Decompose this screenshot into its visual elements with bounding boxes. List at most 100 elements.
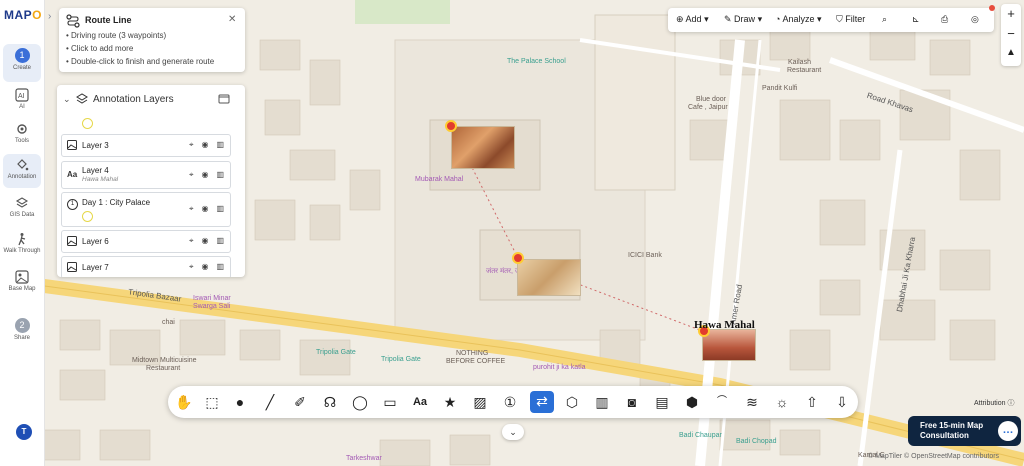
- route-panel-title: Route Line: [85, 15, 132, 25]
- consultation-button[interactable]: Free 15-min Map Consultation …: [908, 416, 1021, 446]
- rail-item-base-map[interactable]: Base Map: [3, 270, 41, 292]
- measure-icon[interactable]: ⊾: [912, 14, 920, 25]
- rail-item-share[interactable]: 2 Share: [3, 318, 41, 341]
- photo-icon[interactable]: ▤: [652, 392, 672, 412]
- eye-icon[interactable]: ◉: [201, 140, 208, 149]
- route-icon[interactable]: ⇄: [530, 391, 554, 413]
- polygon-icon[interactable]: ⬡: [562, 392, 582, 412]
- freehand-icon[interactable]: ✐: [290, 392, 310, 412]
- folder-icon[interactable]: [218, 93, 230, 104]
- layer-tools: ⌖ ◉ ▥: [181, 140, 224, 150]
- attribution-toggle[interactable]: Attribution ⓘ: [974, 398, 1014, 408]
- add-menu-button[interactable]: ⊕ Add ▾: [676, 14, 709, 25]
- paint-bucket-icon: [17, 159, 29, 171]
- rail-item-gis-data[interactable]: GIS Data: [3, 196, 41, 218]
- rail-item-annotation[interactable]: Annotation: [3, 154, 41, 188]
- chevron-down-icon[interactable]: ⌄: [63, 94, 71, 105]
- rail-item-ai[interactable]: AI AI: [3, 88, 41, 110]
- target-icon[interactable]: ⌖: [189, 170, 194, 179]
- chevron-right-icon[interactable]: ›: [48, 11, 51, 22]
- locate-icon[interactable]: ◎: [971, 14, 979, 25]
- layers-header: ⌄ Annotation Layers: [57, 85, 245, 113]
- rail-item-walk-through[interactable]: Walk Through: [3, 232, 41, 254]
- rectangle-icon[interactable]: ▭: [380, 392, 400, 412]
- layer-row-3[interactable]: Layer 3 ⌖ ◉ ▥: [61, 134, 231, 157]
- layer-row-7[interactable]: Layer 7 ⌖ ◉ ▥: [61, 256, 231, 277]
- trash-icon[interactable]: ▥: [216, 204, 224, 213]
- photo-jantar-mantar[interactable]: [517, 259, 581, 296]
- select-icon[interactable]: ⬚: [202, 392, 222, 412]
- map-label-iswari-1: Iswari Minar: [193, 295, 231, 302]
- marker-ring-icon: [82, 211, 93, 222]
- rail-label-tools: Tools: [14, 138, 29, 144]
- upload-icon[interactable]: ⇧: [802, 392, 822, 412]
- user-avatar[interactable]: T: [16, 424, 32, 440]
- photo-mubarak-mahal[interactable]: [451, 126, 515, 169]
- map-label-nothing-2: BEFORE COFFEE: [446, 358, 506, 365]
- eye-icon[interactable]: ◉: [201, 170, 208, 179]
- download-icon[interactable]: ⇩: [832, 392, 852, 412]
- target-icon[interactable]: ⌖: [189, 236, 194, 245]
- layer-subtitle: Hawa Mahal: [82, 176, 119, 183]
- marker-pin-icon[interactable]: ●: [230, 392, 250, 412]
- print-icon[interactable]: ⎙: [941, 14, 948, 25]
- step-badge-1: 1: [14, 48, 30, 63]
- aqi-icon[interactable]: ⌒: [712, 392, 732, 412]
- eye-icon[interactable]: ◉: [201, 262, 208, 271]
- text-annotation-icon: Aa: [67, 170, 78, 179]
- draw-menu-button[interactable]: ✎ Draw ▾: [724, 14, 762, 25]
- layer-tools: ⌖ ◉ ▥: [181, 170, 224, 180]
- analyze-menu-button[interactable]: ◔ Analyze ▾: [775, 14, 822, 25]
- cube-icon[interactable]: ⬢: [682, 392, 702, 412]
- trash-icon[interactable]: ▥: [216, 262, 224, 271]
- line-icon[interactable]: ╱: [260, 392, 280, 412]
- close-icon[interactable]: ✕: [228, 14, 236, 25]
- map-pin-1[interactable]: [445, 120, 457, 132]
- layer-name: Layer 7: [82, 263, 109, 272]
- target-icon[interactable]: ⌖: [189, 262, 194, 271]
- star-icon[interactable]: ★: [440, 392, 460, 412]
- trash-icon[interactable]: ▥: [216, 140, 224, 149]
- rail-label-share: Share: [13, 335, 30, 341]
- rail-item-create[interactable]: 1 Create: [3, 44, 41, 82]
- trash-icon[interactable]: ▥: [216, 170, 224, 179]
- search-icon[interactable]: ⌕: [882, 14, 887, 25]
- zoom-in-button[interactable]: +: [1001, 6, 1021, 21]
- map-label-pandit: Pandit Kulfi: [762, 85, 798, 92]
- target-icon[interactable]: ⌖: [189, 204, 194, 213]
- buildings-icon[interactable]: ▥: [592, 392, 612, 412]
- image-icon: [67, 262, 77, 272]
- chat-bubble-icon[interactable]: …: [998, 421, 1018, 441]
- gear-icon: [17, 124, 27, 134]
- polyline-icon[interactable]: ☊: [320, 392, 340, 412]
- eye-icon[interactable]: ◉: [201, 204, 208, 213]
- pan-hand-icon[interactable]: ✋: [174, 392, 194, 412]
- layer-name: Layer 6: [82, 237, 109, 246]
- wind-icon[interactable]: ≋: [742, 392, 762, 412]
- layer-row-4[interactable]: Aa Layer 4 Hawa Mahal ⌖ ◉ ▥: [61, 161, 231, 189]
- map-label-tripolia-gate-2: Tripolia Gate: [381, 356, 421, 363]
- circle-icon[interactable]: ◯: [350, 392, 370, 412]
- map-label-kailash-2: Restaurant: [787, 67, 822, 74]
- number-marker-icon[interactable]: ①: [500, 392, 520, 412]
- layer-tools: ⌖ ◉ ▥: [181, 262, 224, 272]
- rail-label-walk: Walk Through: [3, 248, 41, 254]
- zoom-out-button[interactable]: −: [1001, 26, 1021, 41]
- image-icon[interactable]: ▨: [470, 392, 490, 412]
- compass-icon[interactable]: ▲: [1001, 47, 1021, 58]
- trash-icon[interactable]: ▥: [216, 236, 224, 245]
- layer-row-6[interactable]: Layer 6 ⌖ ◉ ▥: [61, 230, 231, 253]
- eye-icon[interactable]: ◉: [201, 236, 208, 245]
- text-icon[interactable]: Aa: [410, 392, 430, 412]
- image-icon: [67, 236, 77, 246]
- rail-item-tools[interactable]: Tools: [3, 122, 41, 144]
- map-pin-2[interactable]: [512, 252, 524, 264]
- camera-icon[interactable]: ◙: [622, 392, 642, 412]
- photo-hawa-mahal[interactable]: [702, 329, 756, 361]
- chevron-down-icon[interactable]: ⌄: [502, 424, 524, 440]
- draw-label: Draw: [734, 14, 756, 24]
- layer-row-day1[interactable]: 1 Day 1 : City Palace ⌖ ◉ ▥: [61, 192, 231, 227]
- weather-icon[interactable]: ☼: [772, 392, 792, 412]
- target-icon[interactable]: ⌖: [189, 140, 194, 149]
- filter-button[interactable]: ⛉ Filter: [836, 14, 865, 25]
